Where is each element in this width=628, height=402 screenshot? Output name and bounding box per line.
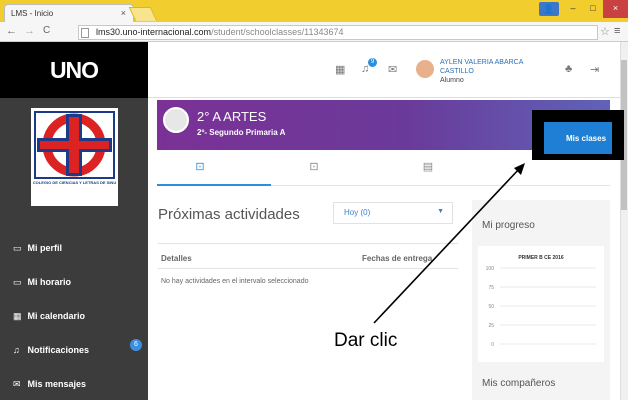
- class-title: 2° A ARTES: [197, 109, 267, 124]
- tab-class-home[interactable]: ⊡: [190, 160, 210, 173]
- annotation-text: Dar clic: [334, 330, 398, 351]
- browser-menu-icon[interactable]: ≡: [614, 25, 620, 37]
- divider: [158, 268, 458, 269]
- envelope-icon: ✉: [13, 379, 21, 389]
- user-info[interactable]: AYLEN VALERIA ABARCA CASTILLO Alumno: [440, 58, 552, 85]
- url-host: lms30.uno-internacional.com: [96, 27, 212, 37]
- school-caption: COLEGIO DE CIENCIAS Y LETRAS DE SINU: [32, 180, 117, 185]
- divider: [158, 243, 458, 244]
- sidebar-item-mi-calendario[interactable]: ▦ Mi calendario: [0, 302, 148, 334]
- calendar-icon[interactable]: ▦: [335, 63, 345, 76]
- chart-y-tick-label: 25: [488, 323, 494, 329]
- sidebar-item-mis-mensajes[interactable]: ✉ Mis mensajes: [0, 370, 148, 402]
- profile-card-icon: ▭: [13, 243, 22, 253]
- chart-y-tick-label: 50: [488, 304, 494, 310]
- forward-icon[interactable]: →: [24, 25, 35, 37]
- calendar-icon: ▭: [13, 277, 22, 287]
- close-window-button[interactable]: ×: [603, 0, 628, 18]
- school-crest-graphic: [34, 111, 115, 179]
- uno-logo[interactable]: UNO: [0, 42, 148, 98]
- maximize-button[interactable]: □: [583, 0, 603, 18]
- sidebar-item-label: Mi calendario: [27, 311, 86, 321]
- notification-count-badge: 6: [130, 339, 142, 351]
- avatar[interactable]: [416, 60, 434, 78]
- class-subtitle: 2º- Segundo Primaria A: [197, 128, 286, 137]
- url-path: /student/schoolclasses/11343674: [211, 27, 344, 37]
- sidebar-item-label: Notificaciones: [27, 345, 90, 355]
- chart-title: PRIMER B CE 2016: [518, 255, 564, 261]
- sidebar-item-label: Mis mensajes: [27, 379, 87, 389]
- activities-title: Próximas actividades: [158, 206, 300, 223]
- chevron-down-icon: ▼: [437, 208, 444, 215]
- reload-icon[interactable]: C: [43, 25, 50, 36]
- tab-class-documents[interactable]: ▤: [418, 160, 438, 173]
- bookmark-star-icon[interactable]: ☆: [600, 25, 610, 38]
- mis-clases-button[interactable]: Mis clases: [544, 122, 612, 154]
- column-header-due: Fechas de entrega: [362, 254, 433, 263]
- chart-y-tick-label: 100: [486, 266, 495, 272]
- progress-chart: PRIMER B CE 2016 100 75 50 25 0: [486, 255, 596, 348]
- chart-y-tick-label: 75: [488, 285, 494, 291]
- user-name: AYLEN VALERIA ABARCA CASTILLO: [440, 59, 524, 75]
- activities-filter-select[interactable]: Hoy (0) ▼: [333, 202, 453, 224]
- user-role: Alumno: [440, 77, 464, 84]
- bell-icon: ♫: [13, 345, 20, 355]
- sidebar-item-label: Mi horario: [27, 277, 72, 287]
- school-crest: [31, 108, 118, 206]
- page-icon: [81, 28, 89, 38]
- tab-close-icon[interactable]: ×: [121, 8, 126, 18]
- tab-class-forum[interactable]: ⊡: [304, 160, 324, 173]
- profile-icon[interactable]: 👤: [539, 2, 559, 16]
- logout-icon[interactable]: ⇥: [590, 63, 599, 76]
- active-tab-indicator: [157, 184, 271, 186]
- progress-title: Mi progreso: [482, 220, 535, 231]
- sidebar-item-mi-perfil[interactable]: ▭ Mi perfil: [0, 234, 148, 266]
- hierarchy-icon[interactable]: ♣: [565, 63, 572, 75]
- chart-y-tick-label: 0: [491, 342, 494, 348]
- sidebar-item-mi-horario[interactable]: ▭ Mi horario: [0, 268, 148, 300]
- filter-value: Hoy (0): [344, 208, 371, 217]
- grid-calendar-icon: ▦: [13, 311, 22, 321]
- empty-state-message: No hay actividades en el intervalo selec…: [161, 278, 309, 285]
- back-icon[interactable]: ←: [6, 25, 17, 37]
- column-header-details: Detalles: [161, 254, 192, 263]
- envelope-icon[interactable]: ✉: [388, 63, 397, 76]
- sidebar-item-notificaciones[interactable]: ♫ Notificaciones: [0, 336, 148, 368]
- class-avatar-icon: [163, 107, 189, 133]
- companions-title: Mis compañeros: [482, 378, 556, 389]
- sidebar-item-label: Mi perfil: [27, 243, 63, 253]
- minimize-button[interactable]: –: [563, 0, 583, 18]
- notification-badge: 9: [368, 58, 377, 67]
- url-field[interactable]: lms30.uno-internacional.com/student/scho…: [78, 25, 598, 40]
- browser-tab[interactable]: LMS - Inicio ×: [4, 4, 134, 22]
- tab-title: LMS - Inicio: [11, 9, 54, 18]
